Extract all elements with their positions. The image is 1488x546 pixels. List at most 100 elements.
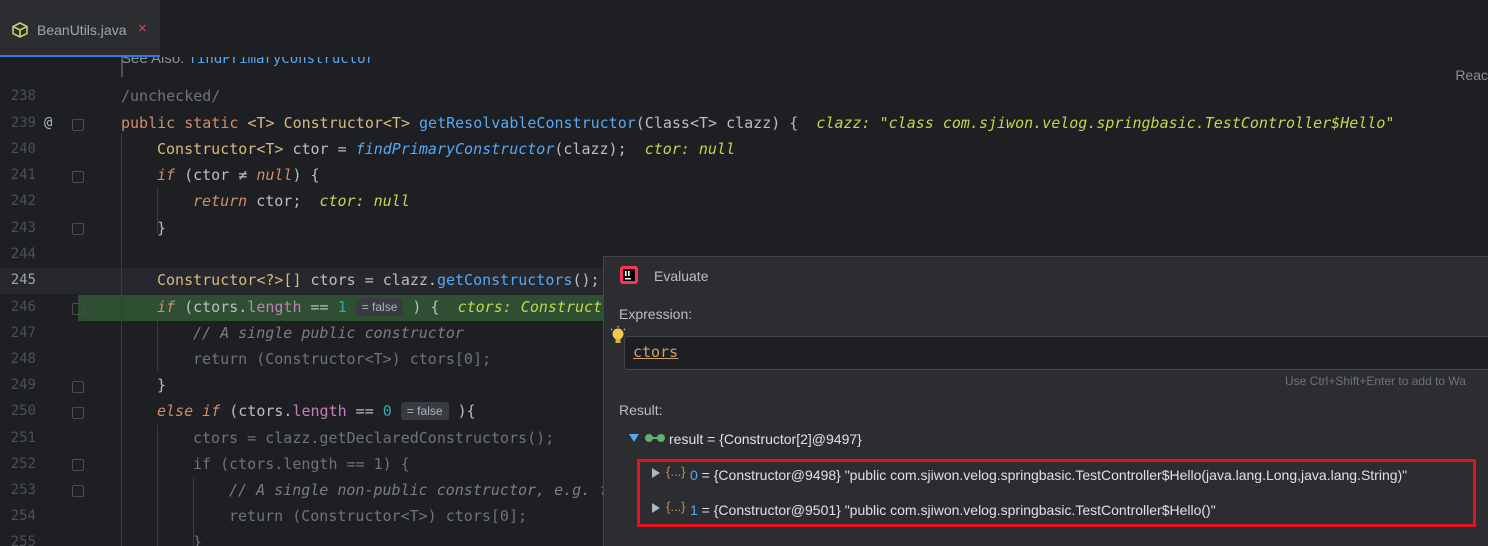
code-line-241[interactable]: if (ctor ≠ null) { (157, 162, 320, 188)
see-also-label: See Also: (121, 57, 185, 67)
code-line-245[interactable]: Constructor<?>[] ctors = clazz.getConstr… (157, 267, 600, 293)
line-number: 249 (10, 377, 36, 393)
line-number: 244 (10, 246, 36, 262)
expression-value: ctors (633, 343, 679, 361)
line-number: 250 (10, 403, 36, 419)
code-token: <T> (382, 114, 410, 132)
expression-label: Expression: (619, 306, 693, 322)
inline-eval-hint: = false (355, 298, 404, 316)
code-token: ) { (292, 166, 320, 184)
line-number: 254 (10, 508, 36, 524)
line-number: 243 (10, 220, 36, 236)
line-number: 245 (10, 272, 36, 288)
code-token: getResolvableConstructor (419, 114, 636, 132)
dialog-title: Evaluate (654, 268, 709, 284)
code-line-250[interactable]: else if (ctors.length == 0 = false ){ (157, 398, 476, 424)
code-line-246[interactable]: if (ctors.length == 1 = false ) { ctors:… (157, 294, 611, 320)
indent-guide (157, 425, 158, 546)
code-token: (); (572, 271, 600, 289)
fold-marker[interactable] (72, 459, 84, 471)
code-token: getConstructors (436, 271, 573, 289)
evaluate-dialog[interactable]: Evaluate Expression: ctors Use Ctrl+Shif… (603, 256, 1488, 546)
line-number: 255 (10, 534, 36, 546)
code-token: == (301, 298, 338, 316)
line-number: 239 (10, 115, 36, 131)
code-line-240[interactable]: Constructor<T> ctor = findPrimaryConstru… (157, 136, 735, 162)
reader-mode-label[interactable]: Reac (1455, 67, 1488, 83)
fold-marker[interactable] (72, 303, 84, 315)
code-token: (Class<T> clazz) { (635, 114, 799, 132)
debug-inline-value: clazz: "class com.sjiwon.velog.springbas… (816, 114, 1395, 132)
tab-file-name: BeanUtils.java (37, 22, 127, 38)
code-token: static (184, 114, 239, 132)
code-token: public (121, 114, 176, 132)
close-icon[interactable]: × (138, 20, 147, 37)
override-marker[interactable]: @ (44, 110, 52, 136)
annotation-highlight-box (637, 459, 1476, 527)
code-token: findPrimaryConstructor (355, 140, 555, 158)
expression-input[interactable]: ctors (624, 336, 1488, 370)
code-line-255[interactable]: } (193, 529, 202, 546)
code-line-251[interactable]: ctors = clazz.getDeclaredConstructors(); (193, 425, 554, 451)
code-line-247[interactable]: // A single public constructor (193, 320, 464, 346)
code-line-248[interactable]: return (Constructor<T>) ctors[0]; (193, 346, 491, 372)
intellij-logo-icon (620, 266, 638, 284)
java-class-icon (12, 22, 28, 38)
code-token: 0 (382, 402, 392, 420)
code-token: length (292, 402, 347, 420)
line-number: 246 (10, 299, 36, 315)
line-number: 240 (10, 141, 36, 157)
fold-marker[interactable] (72, 485, 84, 497)
code-line-253[interactable]: // A single non-public constructor, e.g.… (229, 477, 608, 503)
code-token: <?>[] (256, 271, 302, 289)
code-line-238[interactable]: /unchecked/ (121, 83, 220, 109)
fold-marker[interactable] (72, 381, 84, 393)
code-token: null (256, 166, 293, 184)
code-token: == (346, 402, 383, 420)
fold-marker[interactable] (72, 171, 84, 183)
line-number: 248 (10, 351, 36, 367)
tab-beanutils[interactable]: BeanUtils.java × (0, 0, 160, 57)
code-line-254[interactable]: return (Constructor<T>) ctors[0]; (229, 503, 527, 529)
code-token: Constructor (157, 271, 257, 289)
debug-inline-value: ctor: null (644, 140, 735, 158)
code-token: ctors = clazz. (301, 271, 437, 289)
code-token: ) { (412, 298, 440, 316)
code-line-249[interactable]: } (157, 372, 166, 398)
editor-tab-bar: BeanUtils.java × (0, 0, 1488, 58)
collapse-arrow-icon[interactable] (629, 434, 639, 442)
indent-guide (157, 321, 158, 371)
code-line-239[interactable]: public static <T> Constructor<T> getReso… (121, 110, 1394, 136)
code-line-242[interactable]: return ctor; ctor: null (193, 188, 410, 214)
result-label: Result: (619, 402, 663, 418)
fold-marker[interactable] (72, 119, 84, 131)
line-number: 251 (10, 430, 36, 446)
code-line-252[interactable]: if (ctors.length == 1) { (193, 451, 410, 477)
line-number: 253 (10, 482, 36, 498)
code-token: else (157, 402, 194, 420)
line-number: 247 (10, 325, 36, 341)
watch-glasses-icon (645, 434, 665, 442)
code-token: if (157, 166, 176, 184)
inline-eval-hint: = false (400, 402, 449, 420)
code-token: ≠ (238, 166, 248, 184)
code-token: length (247, 298, 302, 316)
code-token: if (202, 402, 221, 420)
code-token: if (157, 298, 176, 316)
fold-marker[interactable] (72, 407, 84, 419)
code-token: Constructor (157, 140, 257, 158)
code-token: ctor; (247, 192, 302, 210)
shortcut-hint: Use Ctrl+Shift+Enter to add to Wa (1285, 374, 1466, 388)
code-token: ){ (457, 402, 476, 420)
result-root-node[interactable]: result = {Constructor[2]@9497} (669, 431, 862, 447)
code-token: <T> (256, 140, 284, 158)
fold-marker[interactable] (72, 223, 84, 235)
code-line-243[interactable]: } (157, 215, 166, 241)
see-also-link[interactable]: findPrimaryConstructor (189, 57, 374, 67)
code-token: <T> (247, 114, 275, 132)
code-token: (ctor (175, 166, 239, 184)
doc-see-also: See Also: findPrimaryConstructor (121, 57, 374, 67)
code-token: return (193, 192, 248, 210)
code-token: (ctors. (175, 298, 248, 316)
